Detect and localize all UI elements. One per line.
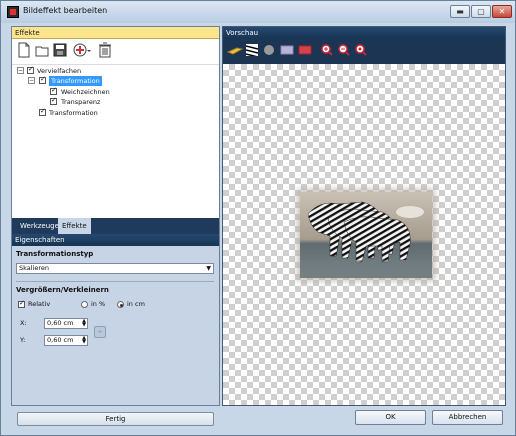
- cm-label: in cm: [127, 300, 145, 308]
- tree-item-transformation[interactable]: Transformation: [49, 108, 98, 118]
- divider: [16, 281, 214, 282]
- grey-circle-icon[interactable]: [263, 44, 275, 56]
- title-bar: Bildeffekt bearbeiten ▬ ▢ ✕: [1, 1, 515, 23]
- preview-toolbar: [223, 39, 505, 64]
- purple-rect-icon[interactable]: [280, 44, 294, 56]
- cancel-button[interactable]: Abbrechen: [432, 410, 503, 425]
- delete-trash-icon[interactable]: [98, 42, 112, 58]
- panel-tabs: Werkzeuge Effekte: [12, 218, 219, 234]
- stepper-down-icon[interactable]: ▼: [82, 340, 86, 345]
- y-label: Y:: [20, 336, 26, 344]
- properties-panel: Transformationstyp Skalieren ▼ Vergrößer…: [12, 246, 219, 426]
- effects-header: Effekte: [12, 27, 219, 39]
- tree-checkbox[interactable]: [50, 96, 57, 105]
- minimize-button[interactable]: ▬: [450, 5, 470, 18]
- properties-header: Eigenschaften: [12, 234, 219, 246]
- effects-tree: − Vervielfachen − Transformation Weichze…: [12, 64, 219, 218]
- save-disk-icon[interactable]: [53, 42, 67, 58]
- percent-radio[interactable]: [81, 301, 88, 308]
- maximize-button[interactable]: ▢: [471, 5, 491, 18]
- x-value: 0,60 cm: [47, 319, 74, 327]
- preview-panel: Vorschau: [222, 26, 506, 406]
- relative-label: Relativ: [28, 300, 51, 308]
- close-button[interactable]: ✕: [492, 5, 512, 18]
- dialog-window: Bildeffekt bearbeiten ▬ ▢ ✕ Effekte − Ve…: [0, 0, 516, 436]
- tab-effekte[interactable]: Effekte: [58, 218, 91, 234]
- cm-radio[interactable]: [117, 301, 124, 308]
- chevron-down-icon: ▼: [206, 265, 211, 272]
- window-title: Bildeffekt bearbeiten: [23, 6, 108, 15]
- x-label: X:: [20, 319, 27, 327]
- tab-werkzeuge[interactable]: Werkzeuge: [16, 218, 63, 234]
- relative-checkbox[interactable]: [18, 299, 25, 308]
- transform-type-select[interactable]: Skalieren ▼: [16, 263, 214, 274]
- collapse-toggle[interactable]: −: [28, 77, 35, 84]
- collapse-toggle[interactable]: −: [17, 67, 24, 74]
- red-rect-icon[interactable]: [298, 44, 312, 56]
- y-value: 0,60 cm: [47, 336, 74, 344]
- link-values-icon[interactable]: ∞: [94, 326, 106, 338]
- add-effect-icon[interactable]: [73, 42, 91, 58]
- tree-checkbox[interactable]: [39, 75, 46, 84]
- y-value-stepper[interactable]: 0,60 cm ▲ ▼: [44, 335, 88, 346]
- zoom-in-icon[interactable]: [321, 44, 333, 56]
- tree-checkbox[interactable]: [50, 86, 57, 95]
- zoom-fit-icon[interactable]: [355, 44, 367, 56]
- transform-type-value: Skalieren: [19, 264, 50, 272]
- transform-type-label: Transformationstyp: [16, 250, 94, 258]
- wand-icon[interactable]: [227, 44, 243, 56]
- scale-section-label: Vergrößern/Verkleinern: [16, 286, 109, 294]
- tree-checkbox[interactable]: [39, 107, 46, 116]
- new-document-icon[interactable]: [17, 42, 31, 58]
- app-icon: [7, 6, 19, 18]
- stepper-down-icon[interactable]: ▼: [82, 323, 86, 328]
- tree-item-transformation-selected[interactable]: Transformation: [49, 76, 102, 86]
- tree-checkbox[interactable]: [27, 65, 34, 74]
- x-value-stepper[interactable]: 0,60 cm ▲ ▼: [44, 318, 88, 329]
- zebra-photo-image: [300, 192, 432, 278]
- preview-header: Vorschau: [223, 27, 505, 39]
- done-button[interactable]: Fertig: [17, 412, 214, 426]
- zoom-out-icon[interactable]: [338, 44, 350, 56]
- open-folder-icon[interactable]: [35, 42, 49, 58]
- left-panel: Effekte − Vervielfachen − Transformation…: [11, 26, 220, 426]
- tree-item-weichzeichnen[interactable]: Weichzeichnen: [61, 87, 110, 97]
- percent-label: in %: [91, 300, 106, 308]
- effects-toolbar: [12, 39, 219, 64]
- tree-item-transparenz[interactable]: Transparenz: [61, 97, 100, 107]
- preview-canvas[interactable]: [223, 64, 505, 405]
- zebra-pattern-icon[interactable]: [246, 44, 258, 56]
- ok-button[interactable]: OK: [355, 410, 426, 425]
